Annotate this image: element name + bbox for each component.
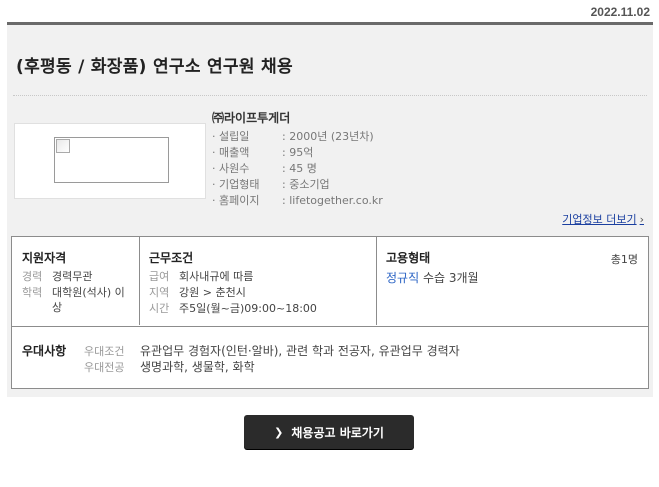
- region-label: 지역: [149, 286, 170, 299]
- info-row-revenue: · 매출액 : 95억: [212, 145, 383, 161]
- preference-condition-label: 우대조건: [84, 345, 125, 358]
- time-label: 시간: [149, 302, 170, 315]
- job-posting-panel: (후평동 / 화장품) 연구소 연구원 채용 ㈜라이프투게더 · 설립일 : 20…: [7, 22, 653, 397]
- preference-condition-value: 유관업무 경험자(인턴·알바), 관련 학과 전공자, 유관업무 경력자: [140, 344, 460, 358]
- employment-title: 고용형태: [386, 251, 431, 265]
- info-value: : lifetogether.co.kr: [282, 194, 383, 207]
- hire-count: 총1명: [610, 253, 638, 266]
- preference-major-row: 우대전공 생명과학, 생물학, 화학: [84, 358, 255, 375]
- info-row-homepage: · 홈페이지 : lifetogether.co.kr: [212, 193, 383, 209]
- salary-value: 회사내규에 따름: [179, 270, 254, 283]
- region-value: 강원 > 춘천시: [179, 286, 246, 299]
- info-label: · 사원수: [212, 162, 250, 175]
- salary-row: 급여 회사내규에 따름: [149, 269, 253, 284]
- qualifications-cell: 지원자격 경력 경력무관 학력 대학원(석사) 이상: [12, 237, 140, 325]
- chevron-right-icon: ›: [639, 213, 644, 226]
- preference-condition-row: 우대조건 유관업무 경험자(인턴·알바), 관련 학과 전공자, 유관업무 경력자: [84, 342, 460, 359]
- conditions-cell: 근무조건 급여 회사내규에 따름 지역 강원 > 춘천시 시간 주5일(월~금)09:…: [139, 237, 377, 325]
- company-logo-image: [54, 137, 169, 183]
- qualifications-title: 지원자격: [22, 251, 67, 265]
- info-row-employees: · 사원수 : 45 명: [212, 161, 383, 177]
- employment-cell: 고용형태 총1명 정규직 수습 3개월: [376, 237, 648, 325]
- company-logo-box: [14, 123, 206, 199]
- info-value: : 95억: [282, 146, 314, 159]
- job-details-table: 지원자격 경력 경력무관 학력 대학원(석사) 이상 근무조건 급여 회사내규에 따름…: [11, 236, 649, 389]
- title-divider: [13, 95, 647, 96]
- conditions-title: 근무조건: [149, 251, 194, 265]
- info-row-company-type: · 기업형태 : 중소기업: [212, 177, 383, 193]
- job-title: (후평동 / 화장품) 연구소 연구원 채용: [16, 57, 293, 77]
- info-label: · 설립일: [212, 130, 250, 143]
- preference-title: 우대사항: [22, 344, 67, 358]
- preference-cell: 우대사항 우대조건 유관업무 경험자(인턴·알바), 관련 학과 전공자, 유관업…: [12, 326, 648, 388]
- info-label: · 기업형태: [212, 178, 260, 191]
- company-name: ㈜라이프투게더: [212, 111, 291, 125]
- info-label: · 홈페이지: [212, 194, 260, 207]
- career-value: 경력무관: [52, 270, 93, 283]
- go-to-job-posting-label: 채용공고 바로가기: [291, 425, 384, 440]
- preference-major-value: 생명과학, 생물학, 화학: [140, 360, 255, 374]
- education-value: 대학원(석사) 이상: [52, 286, 125, 314]
- time-value: 주5일(월~금)09:00~18:00: [179, 302, 317, 315]
- time-row: 시간 주5일(월~금)09:00~18:00: [149, 301, 317, 316]
- career-row: 경력 경력무관: [22, 269, 92, 284]
- info-value: : 45 명: [282, 162, 317, 175]
- probation-period: 수습 3개월: [422, 271, 479, 285]
- salary-label: 급여: [149, 270, 170, 283]
- company-info-more-link[interactable]: 기업정보 더보기 ›: [562, 211, 644, 227]
- education-label: 학력: [22, 286, 43, 299]
- preference-major-label: 우대전공: [84, 361, 125, 374]
- company-info-more-label: 기업정보 더보기: [562, 213, 637, 226]
- info-value: : 2000년 (23년차): [282, 130, 374, 143]
- region-row: 지역 강원 > 춘천시: [149, 285, 246, 300]
- employment-type-row: 정규직 수습 3개월: [386, 269, 479, 286]
- posting-date: 2022.11.02: [590, 5, 650, 19]
- education-row: 학력 대학원(석사) 이상: [22, 285, 128, 315]
- company-info-list: · 설립일 : 2000년 (23년차) · 매출액 : 95억 · 사원수 : 45…: [212, 129, 383, 209]
- info-row-founded: · 설립일 : 2000년 (23년차): [212, 129, 383, 145]
- employment-type: 정규직: [386, 271, 420, 285]
- chevron-right-icon: ❯: [274, 425, 284, 439]
- info-label: · 매출액: [212, 146, 250, 159]
- go-to-job-posting-button[interactable]: ❯ 채용공고 바로가기: [244, 415, 414, 449]
- broken-image-icon: [56, 139, 70, 153]
- info-value: : 중소기업: [282, 178, 330, 191]
- career-label: 경력: [22, 270, 43, 283]
